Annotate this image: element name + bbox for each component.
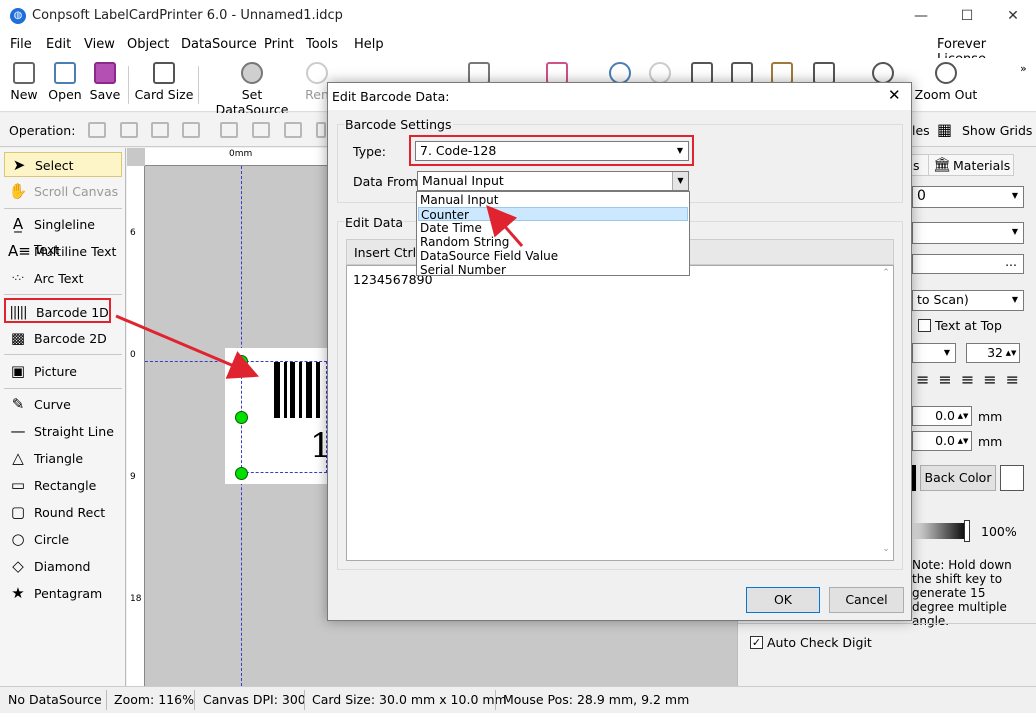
annotation-arrows xyxy=(115,204,524,379)
arrow-to-counter-option xyxy=(486,204,524,247)
arrow-barcode-to-canvas xyxy=(115,314,260,379)
